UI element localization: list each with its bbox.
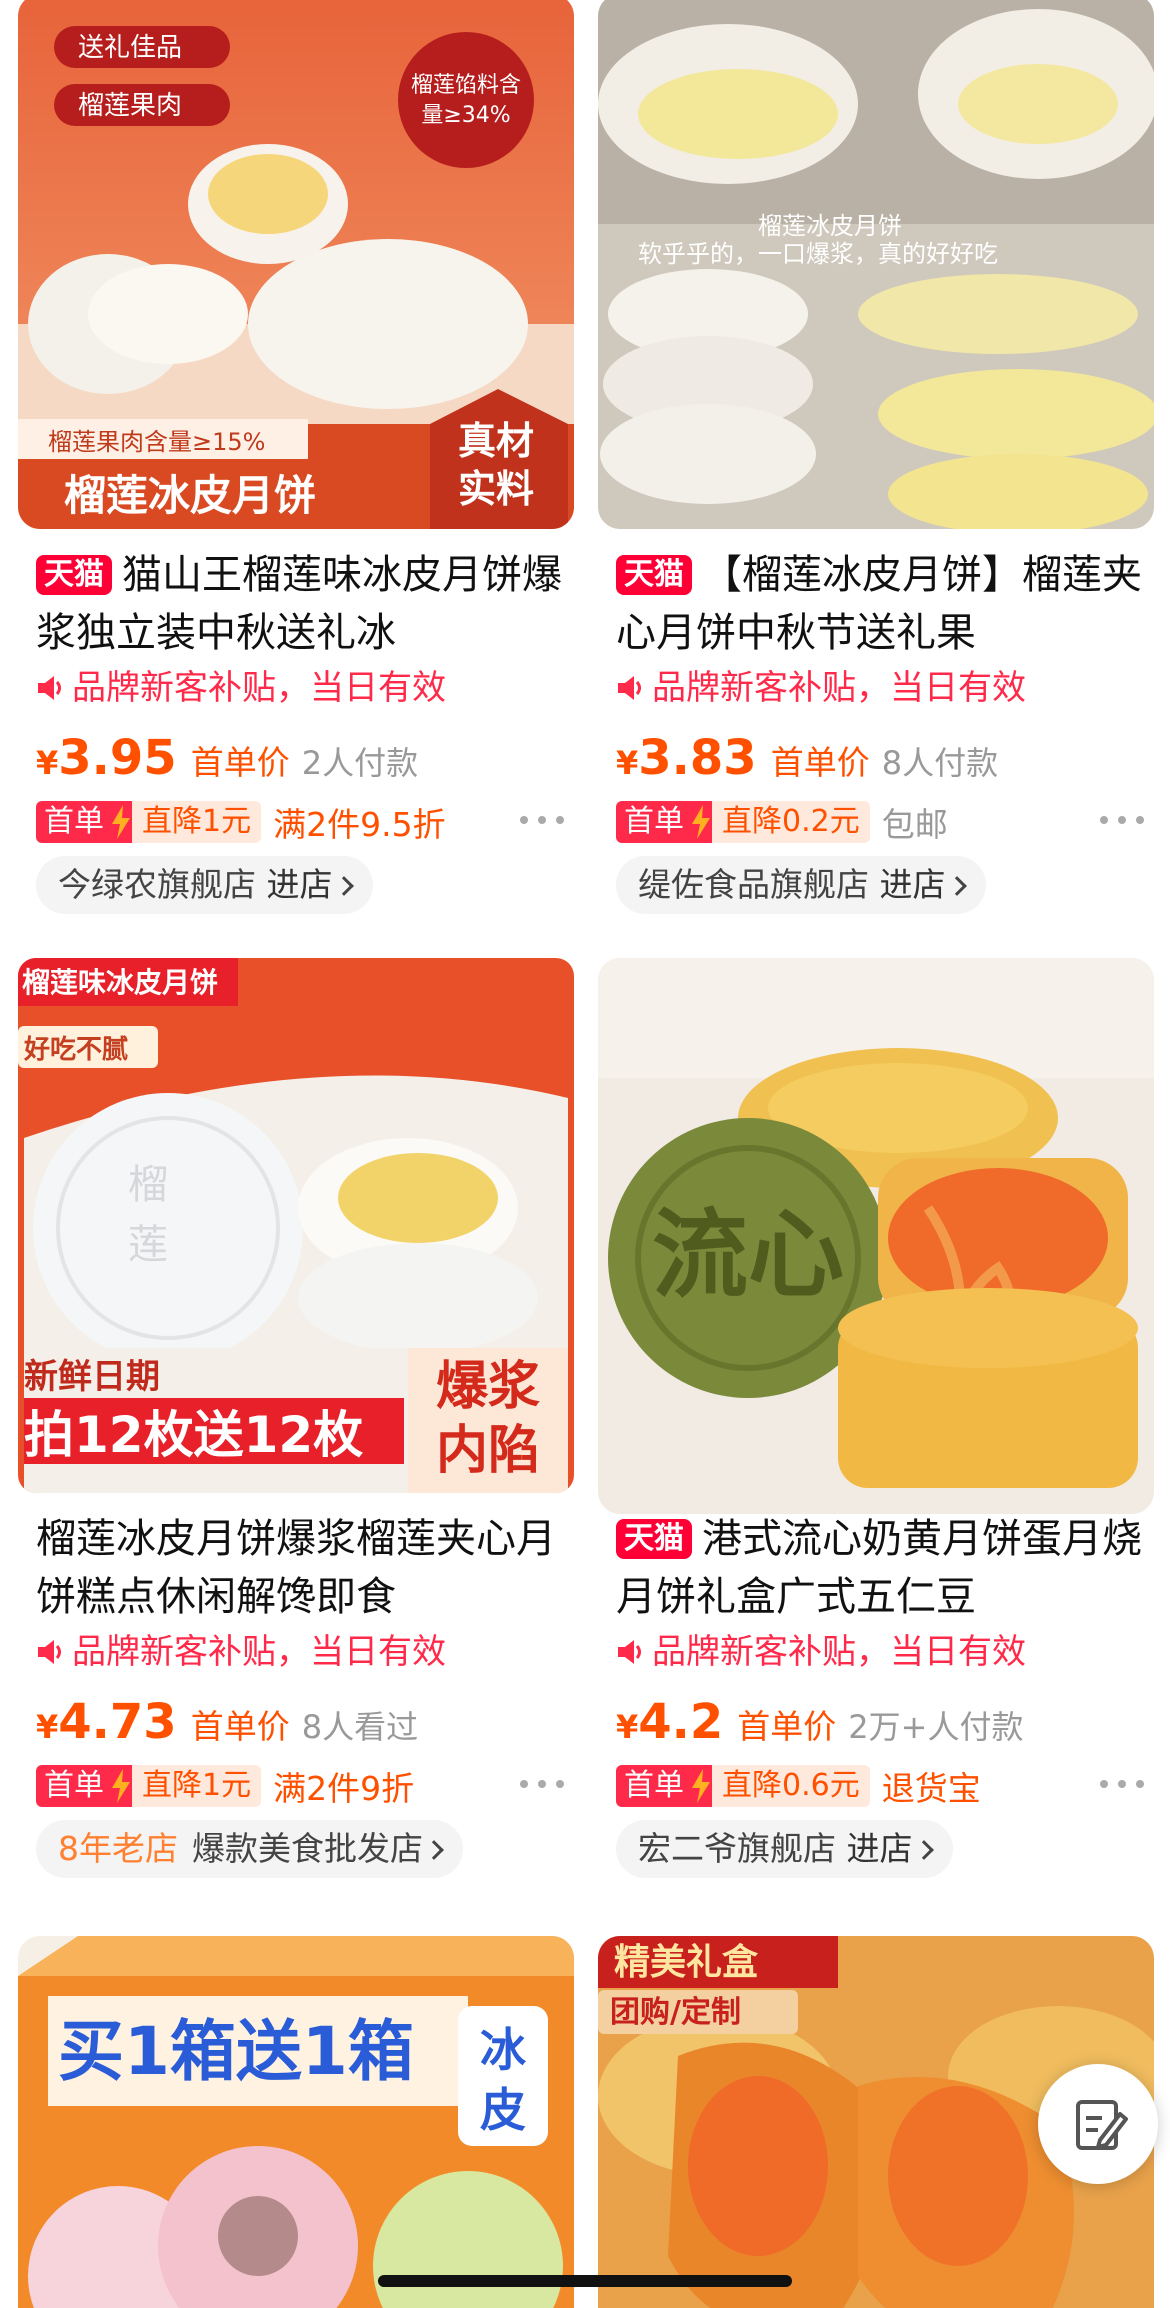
sales-count: 2万+人付款 [848, 1708, 1024, 1746]
chevron-right-icon [913, 1840, 934, 1860]
more-options-icon[interactable] [520, 1776, 564, 1790]
img-text: 送礼佳品 [78, 33, 182, 63]
more-options-icon[interactable] [1100, 1776, 1144, 1790]
img-text: 莲 [128, 1222, 168, 1268]
img-text: 内陷 [436, 1421, 540, 1481]
price-row: ¥3.83 首单价 8人付款 [616, 730, 999, 786]
img-text: 新鲜日期 [24, 1357, 160, 1397]
price: 3.95 [58, 730, 177, 786]
img-text: 实料 [458, 467, 534, 511]
img-text: 榴莲馅料含 [411, 73, 521, 98]
edit-note-icon [1076, 2100, 1128, 2150]
img-text: 拍12枚送12枚 [24, 1406, 363, 1464]
speaker-icon [618, 676, 641, 700]
speaker-icon [618, 1640, 641, 1664]
promo-text: 品牌新客补贴，当日有效 [616, 664, 1026, 712]
promo-text: 品牌新客补贴，当日有效 [36, 1628, 446, 1676]
tmall-badge: 天猫 [616, 1519, 692, 1559]
price-row: ¥4.2 首单价 2万+人付款 [616, 1694, 1024, 1750]
promo-text: 品牌新客补贴，当日有效 [36, 664, 446, 712]
img-text: 流心 [652, 1199, 844, 1311]
discount-tags: 首单 直降1元 满2件9.5折 [36, 800, 446, 844]
price: 4.73 [58, 1694, 177, 1750]
chevron-right-icon [424, 1840, 444, 1860]
product-title[interactable]: 天猫 港式流心奶黄月饼蛋月烧月饼礼盒广式五仁豆 [616, 1510, 1146, 1626]
img-text: 爆浆 [436, 1357, 540, 1417]
lightning-icon [690, 1765, 712, 1807]
discount-tags: 首单 直降1元 满2件9折 [36, 1764, 414, 1808]
chevron-right-icon [946, 876, 967, 896]
img-text: 买1箱送1箱 [58, 2013, 414, 2090]
img-text: 榴莲果肉含量≥15% [48, 428, 265, 456]
lightning-icon [110, 1765, 132, 1807]
img-text: 榴莲冰皮月饼 [64, 471, 316, 520]
store-link[interactable]: 今绿农旗舰店 进店 [36, 856, 373, 914]
chevron-right-icon [333, 876, 354, 896]
img-text: 皮 [480, 2083, 526, 2137]
product-image[interactable]: 流心 [598, 958, 1154, 1514]
product-title[interactable]: 榴莲冰皮月饼爆浆榴莲夹心月饼糕点休闲解馋即食 [36, 1510, 566, 1626]
img-text: 真材 [458, 419, 534, 463]
product-feed: 送礼佳品 榴莲果肉 榴莲馅料含 量≥34% 榴莲果肉含量≥15% 榴莲冰皮月饼 … [0, 0, 1170, 2308]
speaker-icon [38, 1640, 61, 1664]
product-image[interactable]: 买1箱送1箱 冰 皮 [18, 1936, 574, 2308]
store-link[interactable]: 宏二爷旗舰店 进店 [616, 1820, 953, 1878]
img-text: 精美礼盒 [614, 1942, 759, 1983]
store-link[interactable]: 缇佐食品旗舰店 进店 [616, 856, 986, 914]
promo-text: 品牌新客补贴，当日有效 [616, 1628, 1026, 1676]
sales-count: 8人看过 [301, 1708, 419, 1746]
store-age-badge: 8年老店 [58, 1829, 178, 1868]
product-image[interactable]: 送礼佳品 榴莲果肉 榴莲馅料含 量≥34% 榴莲果肉含量≥15% 榴莲冰皮月饼 … [18, 0, 574, 529]
home-indicator[interactable] [378, 2275, 792, 2287]
price: 4.2 [638, 1694, 724, 1750]
edit-note-button[interactable] [1038, 2064, 1158, 2184]
lightning-icon [110, 801, 132, 843]
img-text: 榴莲果肉 [78, 91, 182, 121]
price: 3.83 [638, 730, 757, 786]
sales-count: 8人付款 [881, 744, 999, 782]
sales-count: 2人付款 [301, 744, 419, 782]
product-image[interactable]: 榴莲味冰皮月饼 好吃不腻 榴 莲 新鲜日期 拍12枚送12枚 爆浆 内陷 [18, 958, 574, 1493]
speaker-icon [38, 676, 61, 700]
product-title[interactable]: 天猫 【榴莲冰皮月饼】榴莲夹心月饼中秋节送礼果 [616, 546, 1146, 662]
tmall-badge: 天猫 [616, 555, 692, 595]
price-row: ¥3.95 首单价 2人付款 [36, 730, 419, 786]
img-text: 好吃不腻 [23, 1035, 128, 1065]
img-text: 冰 [480, 2023, 527, 2077]
store-link[interactable]: 8年老店 爆款美食批发店 [36, 1820, 463, 1878]
product-image[interactable]: 榴莲冰皮月饼 软乎乎的，一口爆浆，真的好好吃 [598, 0, 1154, 529]
img-text: 量≥34% [421, 103, 510, 128]
img-text: 榴莲味冰皮月饼 [22, 966, 218, 999]
discount-tags: 首单 直降0.6元 退货宝 [616, 1764, 981, 1808]
lightning-icon [690, 801, 712, 843]
img-text: 软乎乎的，一口爆浆，真的好好吃 [638, 240, 998, 268]
more-options-icon[interactable] [520, 812, 564, 826]
product-title[interactable]: 天猫 猫山王榴莲味冰皮月饼爆浆独立装中秋送礼冰 [36, 546, 566, 662]
img-text: 团购/定制 [610, 1995, 741, 2030]
img-text: 榴 [128, 1162, 168, 1208]
more-options-icon[interactable] [1100, 812, 1144, 826]
price-row: ¥4.73 首单价 8人看过 [36, 1694, 419, 1750]
img-text: 榴莲冰皮月饼 [758, 212, 902, 240]
discount-tags: 首单 直降0.2元 包邮 [616, 800, 948, 844]
tmall-badge: 天猫 [36, 555, 112, 595]
